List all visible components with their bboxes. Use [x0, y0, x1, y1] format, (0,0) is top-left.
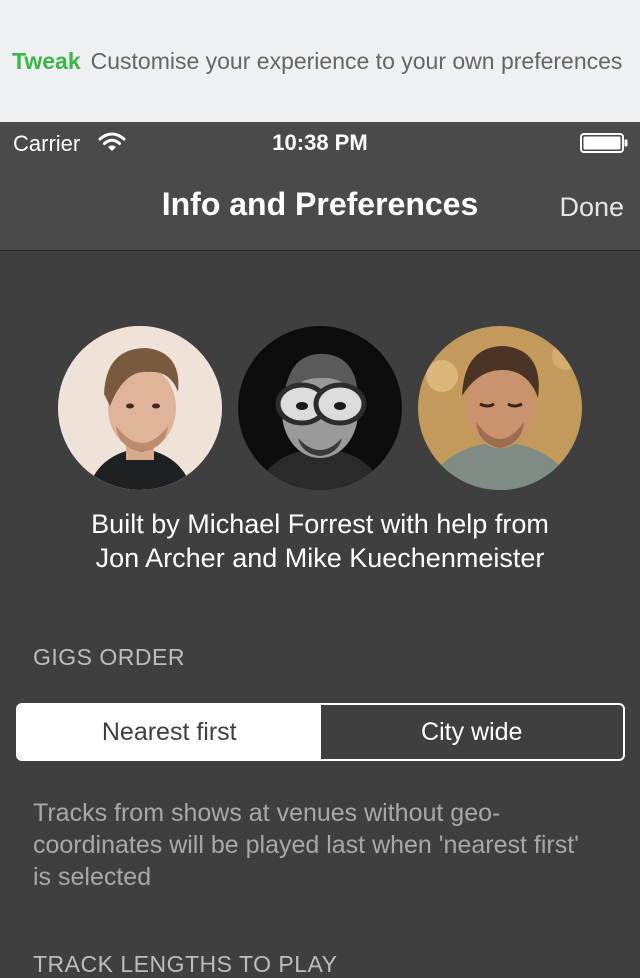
- avatar-mike-kuechenmeister: [418, 326, 582, 490]
- banner-tagline: Customise your experience to your own pr…: [90, 47, 623, 74]
- done-button[interactable]: Done: [559, 192, 624, 223]
- credits-text: Built by Michael Forrest with help from …: [20, 507, 620, 575]
- brand-name: Tweak: [12, 47, 81, 74]
- status-time: 10:38 PM: [272, 130, 368, 155]
- gigs-order-header: GIGS ORDER: [33, 644, 185, 670]
- credits-line-2: Jon Archer and Mike Kuechenmeister: [95, 543, 545, 573]
- segment-city-wide[interactable]: City wide: [321, 705, 624, 759]
- status-bar: Carrier 10:38 PM: [0, 122, 640, 164]
- avatar-michael-forrest: [58, 326, 222, 490]
- avatar-jon-archer: [238, 326, 402, 490]
- navigation-bar: Info and Preferences Done: [0, 164, 640, 251]
- page-title: Info and Preferences: [161, 186, 479, 222]
- avatar-row: [0, 326, 640, 491]
- gigs-order-segmented-control[interactable]: Nearest first City wide: [16, 703, 625, 761]
- battery-icon: [580, 133, 628, 153]
- segment-nearest-first[interactable]: Nearest first: [18, 705, 321, 759]
- track-lengths-header: TRACK LENGTHS TO PLAY: [33, 951, 338, 977]
- gigs-order-footnote: Tracks from shows at venues without geo-…: [33, 799, 579, 891]
- credits-line-1: Built by Michael Forrest with help from: [91, 509, 549, 539]
- preferences-content[interactable]: Built by Michael Forrest with help from …: [0, 251, 640, 977]
- promo-banner: Tweak Customise your experience to your o…: [0, 0, 640, 122]
